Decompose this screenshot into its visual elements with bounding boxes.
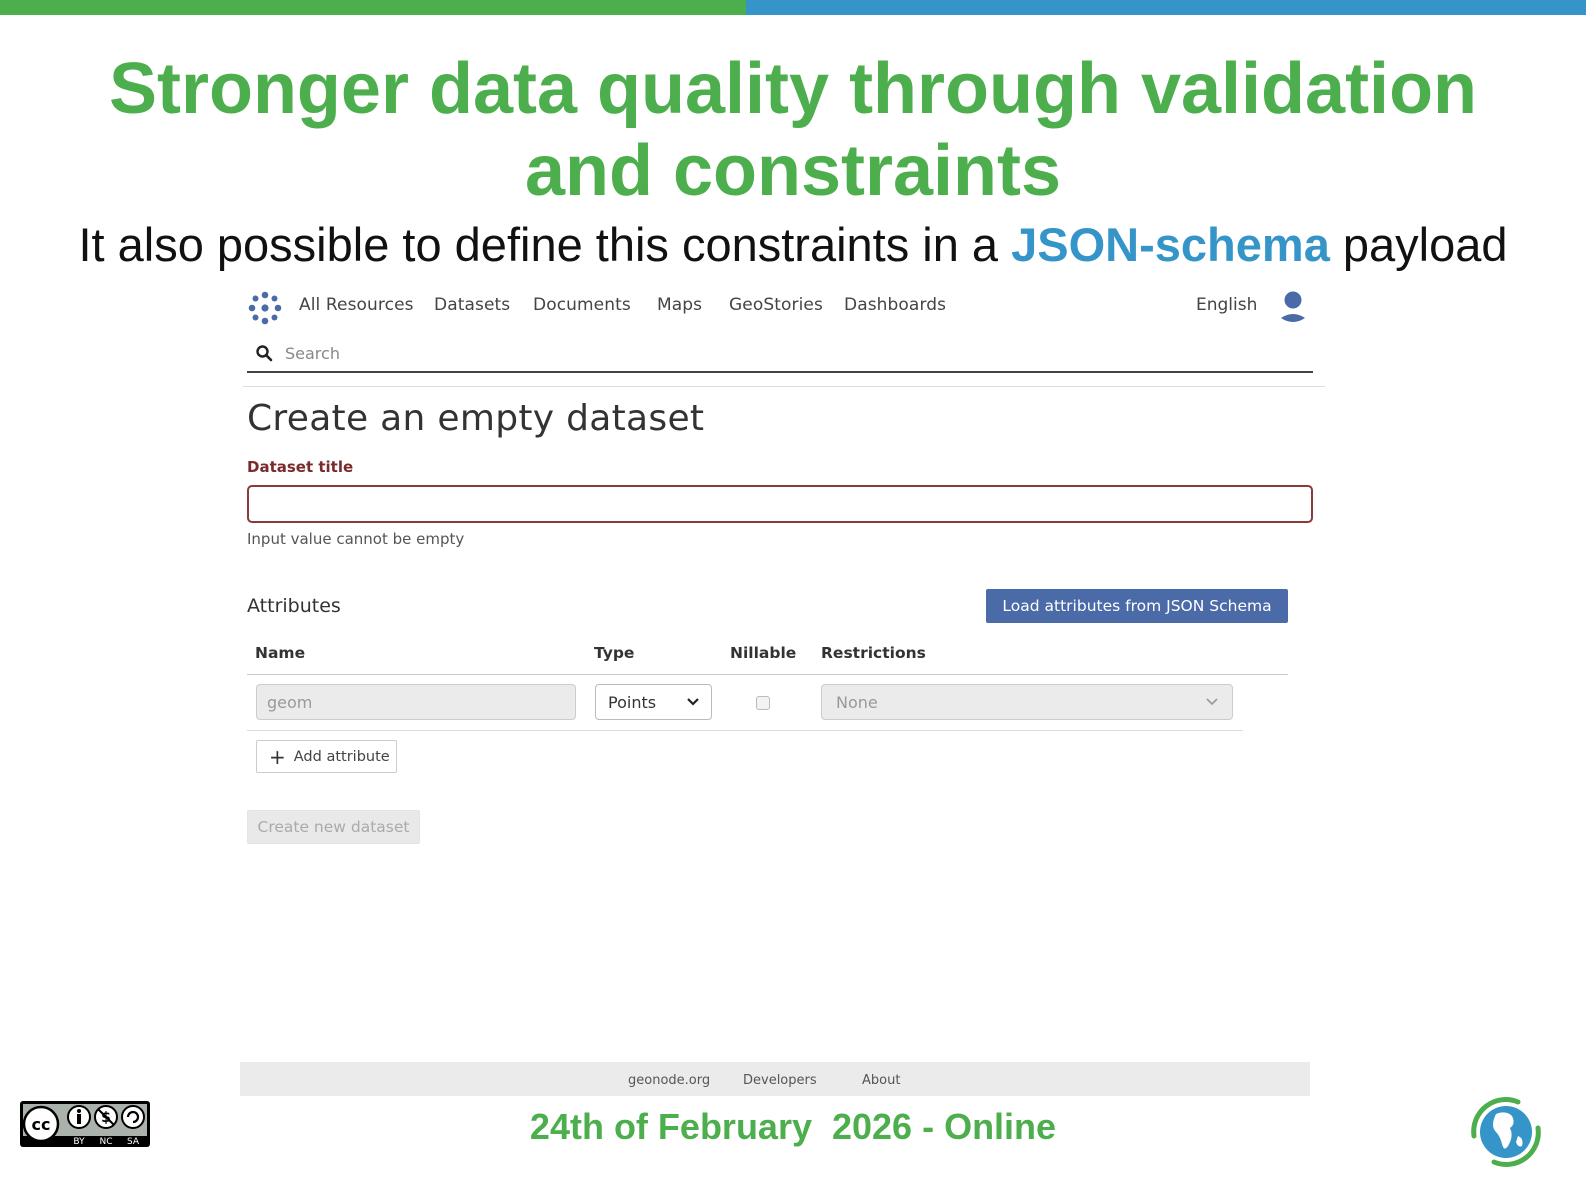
dataset-title-input[interactable] (247, 485, 1313, 523)
add-attribute-label: Add attribute (293, 748, 390, 765)
table-header-divider (247, 674, 1288, 675)
load-json-schema-button[interactable]: Load attributes from JSON Schema (986, 589, 1288, 623)
footer-link-about[interactable]: About (862, 1073, 900, 1088)
top-navigation: All Resources Datasets Documents Maps Ge… (243, 280, 1325, 332)
search-icon (256, 345, 273, 362)
attribute-type-select[interactable]: Points (595, 684, 712, 720)
nav-documents[interactable]: Documents (533, 295, 631, 315)
restrictions-select-value: None (836, 692, 878, 712)
nav-maps[interactable]: Maps (657, 295, 702, 315)
language-selector[interactable]: English (1196, 295, 1257, 315)
column-header-name: Name (255, 644, 306, 662)
attribute-name-input[interactable] (256, 684, 576, 720)
search-bar (247, 335, 1313, 373)
top-bar-green (0, 0, 746, 15)
column-header-nillable: Nillable (730, 644, 797, 662)
nav-all-resources[interactable]: All Resources (299, 295, 414, 315)
nav-geostories[interactable]: GeoStories (729, 295, 823, 315)
validation-error-message: Input value cannot be empty (247, 530, 465, 548)
chevron-down-icon (1206, 698, 1218, 706)
plus-icon: + (269, 744, 286, 769)
page-title: Create an empty dataset (247, 398, 705, 439)
column-header-restrictions: Restrictions (821, 644, 926, 662)
geonode-app-screenshot: All Resources Datasets Documents Maps Ge… (243, 280, 1325, 1105)
geonode-logo-icon[interactable] (247, 290, 283, 326)
create-dataset-button[interactable]: Create new dataset (247, 810, 420, 844)
dataset-title-label: Dataset title (247, 458, 354, 476)
attributes-heading: Attributes (247, 595, 341, 617)
nav-dashboards[interactable]: Dashboards (844, 295, 946, 315)
chevron-down-icon (687, 698, 699, 706)
type-select-value: Points (608, 692, 657, 712)
subtitle-highlight: JSON-schema (1011, 218, 1330, 271)
slide-subtitle: It also possible to define this constrai… (0, 216, 1586, 274)
column-header-type: Type (594, 644, 635, 662)
event-date-text: 24th of February 2026 - Online (529, 1106, 1057, 1147)
user-icon[interactable] (1279, 290, 1307, 324)
subtitle-text-before: It also possible to define this constrai… (78, 218, 1012, 271)
add-attribute-button[interactable]: + Add attribute (256, 740, 397, 773)
footer-link-geonode[interactable]: geonode.org (628, 1073, 710, 1088)
top-color-bar (0, 0, 1586, 15)
restrictions-select[interactable]: None (821, 684, 1233, 720)
subtitle-text-after: payload (1329, 218, 1508, 271)
footer-link-developers[interactable]: Developers (743, 1073, 817, 1088)
globe-logo-icon (1471, 1097, 1541, 1167)
nillable-checkbox[interactable] (756, 696, 770, 710)
slide-title: Stronger data quality through validation… (108, 49, 1478, 211)
table-row-divider (247, 730, 1243, 731)
app-footer: geonode.org Developers About (240, 1062, 1310, 1096)
header-divider (243, 386, 1325, 387)
top-bar-blue (746, 0, 1586, 15)
search-input[interactable] (285, 339, 1185, 367)
nav-datasets[interactable]: Datasets (434, 295, 510, 315)
